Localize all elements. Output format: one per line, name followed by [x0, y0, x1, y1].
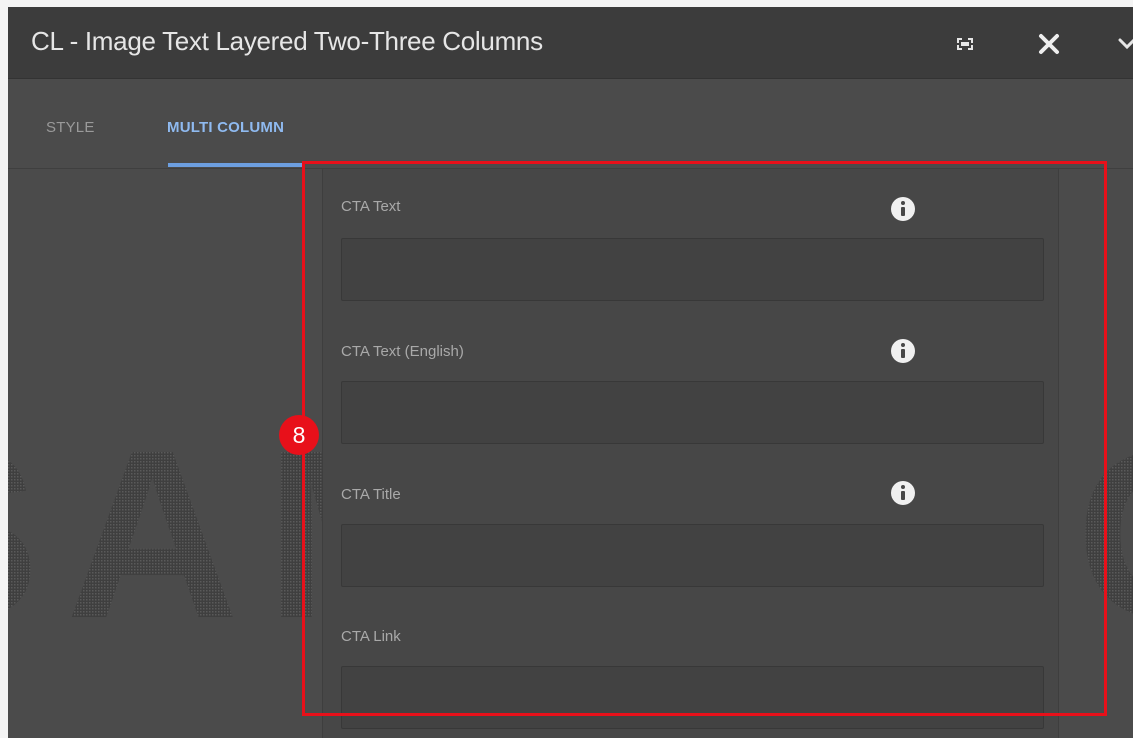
fullscreen-button[interactable]: [948, 27, 982, 61]
multi-column-form-panel: CTA Text CTA Text (English) CTA Title CT…: [322, 169, 1059, 738]
info-icon[interactable]: [890, 480, 916, 506]
close-button[interactable]: [1032, 27, 1066, 61]
chevron-down-icon: [1118, 38, 1133, 50]
step-number-badge: 8: [279, 415, 319, 455]
tab-style[interactable]: STYLE: [46, 119, 95, 136]
dialog-title-bar: CL - Image Text Layered Two-Three Column…: [8, 7, 1133, 79]
cta-link-label: CTA Link: [341, 628, 401, 645]
dialog-title: CL - Image Text Layered Two-Three Column…: [31, 26, 543, 56]
active-tab-indicator: [168, 163, 304, 167]
cta-text-english-label: CTA Text (English): [341, 343, 464, 360]
close-icon: [1039, 34, 1059, 54]
cta-text-english-input[interactable]: [341, 381, 1044, 444]
more-options-button[interactable]: [1108, 27, 1133, 61]
tab-bar: STYLE MULTI COLUMN: [8, 79, 1133, 169]
cta-link-input[interactable]: [341, 666, 1044, 729]
info-icon[interactable]: [890, 196, 916, 222]
info-icon[interactable]: [890, 338, 916, 364]
cta-title-label: CTA Title: [341, 486, 401, 503]
cta-text-input[interactable]: [341, 238, 1044, 301]
tab-multi-column[interactable]: MULTI COLUMN: [167, 119, 284, 136]
cta-title-input[interactable]: [341, 524, 1044, 587]
fullscreen-icon: [957, 38, 973, 50]
dialog: CL - Image Text Layered Two-Three Column…: [8, 7, 1133, 738]
cta-text-label: CTA Text: [341, 198, 401, 215]
